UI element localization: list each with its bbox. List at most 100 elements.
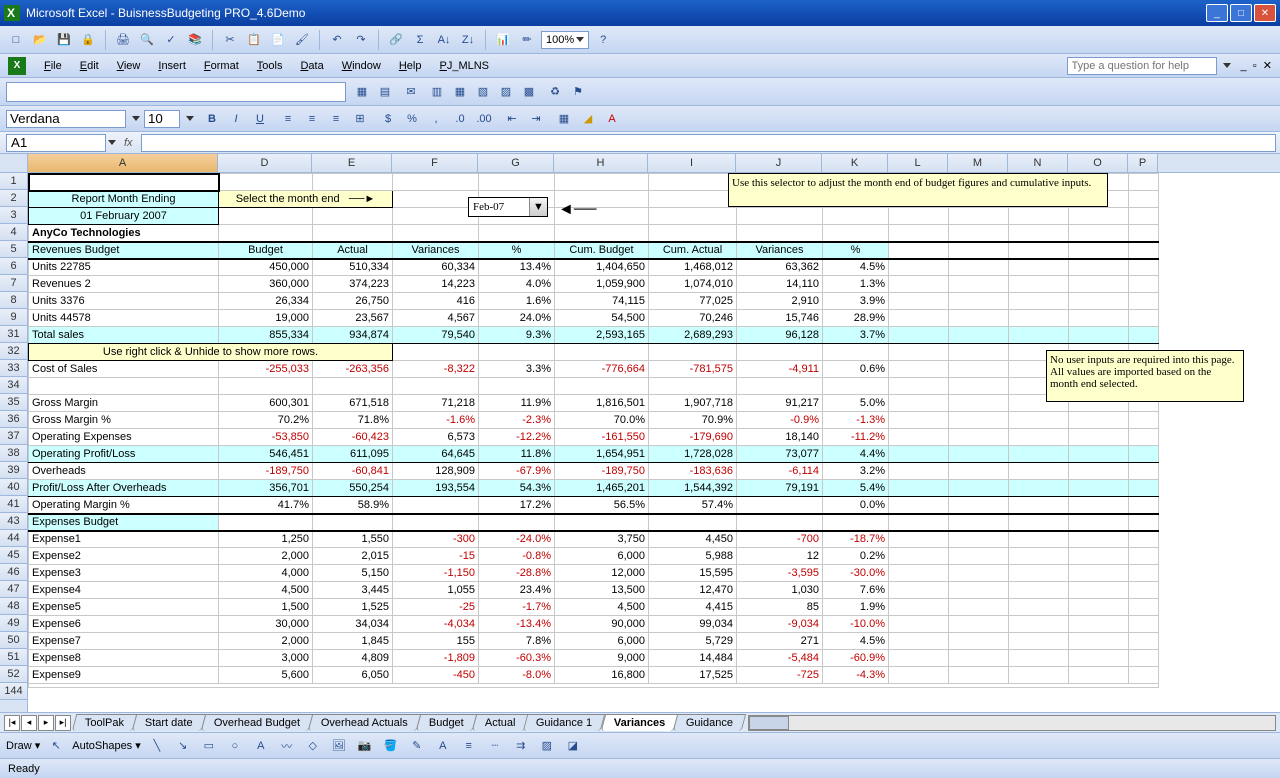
row-header-51[interactable]: 51 (0, 649, 27, 666)
row-header-52[interactable]: 52 (0, 666, 27, 683)
fill-color-icon[interactable]: ◢ (578, 109, 598, 129)
menu-view[interactable]: View (109, 58, 149, 74)
cells-area[interactable]: Report Month EndingSelect the month end … (28, 173, 1159, 688)
merge-icon[interactable]: ⊞ (350, 109, 370, 129)
format-painter-icon[interactable]: 🖌 (292, 30, 312, 50)
open-icon[interactable]: 📂 (30, 30, 50, 50)
formula-input[interactable] (141, 134, 1276, 152)
sheet-tab-overhead-actuals[interactable]: Overhead Actuals (308, 714, 421, 731)
close-button[interactable]: ✕ (1254, 4, 1276, 22)
col-header-E[interactable]: E (312, 154, 392, 172)
minimize-button[interactable]: _ (1206, 4, 1228, 22)
font-color-icon[interactable]: A (602, 109, 622, 129)
cut-icon[interactable]: ✂ (220, 30, 240, 50)
row-header-48[interactable]: 48 (0, 598, 27, 615)
select-all-corner[interactable] (0, 154, 28, 172)
row-header-8[interactable]: 8 (0, 292, 27, 309)
autosum-icon[interactable]: Σ (410, 30, 430, 50)
sheet-tab-overhead-budget[interactable]: Overhead Budget (201, 714, 314, 731)
diagram-icon[interactable]: ◇ (303, 736, 323, 756)
sheet-tab-start-date[interactable]: Start date (132, 714, 206, 731)
row-header-9[interactable]: 9 (0, 309, 27, 326)
mail-icon[interactable]: ✉ (401, 82, 421, 102)
row-header-32[interactable]: 32 (0, 343, 27, 360)
row-header-3[interactable]: 3 (0, 207, 27, 224)
row-header-44[interactable]: 44 (0, 530, 27, 547)
help-search-input[interactable] (1067, 57, 1217, 75)
textbox-icon[interactable]: A (251, 736, 271, 756)
underline-button[interactable]: U (250, 109, 270, 129)
align-center-icon[interactable]: ≡ (302, 109, 322, 129)
row-header-4[interactable]: 4 (0, 224, 27, 241)
undo-icon[interactable]: ↶ (327, 30, 347, 50)
chart-icon[interactable]: 📊 (493, 30, 513, 50)
col-header-D[interactable]: D (218, 154, 312, 172)
sheet-tab-budget[interactable]: Budget (416, 714, 477, 731)
fx-label[interactable]: fx (124, 137, 133, 149)
menu-window[interactable]: Window (334, 58, 389, 74)
menu-edit[interactable]: Edit (72, 58, 107, 74)
menu-format[interactable]: Format (196, 58, 247, 74)
row-header-40[interactable]: 40 (0, 479, 27, 496)
copy-icon[interactable]: 📋 (244, 30, 264, 50)
dec-indent-icon[interactable]: ⇤ (502, 109, 522, 129)
row-header-43[interactable]: 43 (0, 513, 27, 530)
row-header-50[interactable]: 50 (0, 632, 27, 649)
border-icon-1[interactable]: ▥ (427, 82, 447, 102)
preview-icon[interactable]: 🔍 (137, 30, 157, 50)
font-selector[interactable] (6, 110, 126, 128)
draw-menu[interactable]: Draw ▾ (6, 739, 40, 752)
row-header-49[interactable]: 49 (0, 615, 27, 632)
col-header-L[interactable]: L (888, 154, 948, 172)
tab-next-icon[interactable]: ▸ (38, 715, 54, 731)
row-header-5[interactable]: 5 (0, 241, 27, 258)
dropdown-arrow-icon[interactable]: ▼ (529, 198, 547, 216)
3d-icon[interactable]: ◪ (563, 736, 583, 756)
col-header-I[interactable]: I (648, 154, 736, 172)
bold-button[interactable]: B (202, 109, 222, 129)
clipart-icon[interactable]: 🖼 (329, 736, 349, 756)
col-header-O[interactable]: O (1068, 154, 1128, 172)
row-header-41[interactable]: 41 (0, 496, 27, 513)
month-end-dropdown[interactable]: Feb-07 ▼ (468, 197, 548, 217)
shadow-icon[interactable]: ▨ (537, 736, 557, 756)
flag-icon[interactable]: ⚑ (568, 82, 588, 102)
currency-icon[interactable]: $ (378, 109, 398, 129)
row-header-34[interactable]: 34 (0, 377, 27, 394)
col-header-N[interactable]: N (1008, 154, 1068, 172)
rectangle-icon[interactable]: ▭ (199, 736, 219, 756)
percent-icon[interactable]: % (402, 109, 422, 129)
row-header-37[interactable]: 37 (0, 428, 27, 445)
line-icon[interactable]: ╲ (147, 736, 167, 756)
dec-decimal-icon[interactable]: .00 (474, 109, 494, 129)
align-left-icon[interactable]: ≡ (278, 109, 298, 129)
sheet-tab-variances[interactable]: Variances (600, 714, 678, 731)
row-header-33[interactable]: 33 (0, 360, 27, 377)
zoom-selector[interactable]: 100% (541, 31, 589, 49)
sort-desc-icon[interactable]: Z↓ (458, 30, 478, 50)
sheet-tab-guidance[interactable]: Guidance (673, 714, 747, 731)
refresh-icon[interactable]: ♻ (545, 82, 565, 102)
tab-last-icon[interactable]: ▸| (55, 715, 71, 731)
menu-data[interactable]: Data (292, 58, 331, 74)
row-header-45[interactable]: 45 (0, 547, 27, 564)
inc-indent-icon[interactable]: ⇥ (526, 109, 546, 129)
picture-icon[interactable]: 📷 (355, 736, 375, 756)
save-icon[interactable]: 💾 (54, 30, 74, 50)
arrow-style-icon[interactable]: ⇉ (511, 736, 531, 756)
redo-icon[interactable]: ↷ (351, 30, 371, 50)
row-header-38[interactable]: 38 (0, 445, 27, 462)
row-header-6[interactable]: 6 (0, 258, 27, 275)
oval-icon[interactable]: ○ (225, 736, 245, 756)
col-header-P[interactable]: P (1128, 154, 1158, 172)
row-header-39[interactable]: 39 (0, 462, 27, 479)
border-icon-4[interactable]: ▨ (496, 82, 516, 102)
col-header-K[interactable]: K (822, 154, 888, 172)
menu-help[interactable]: Help (391, 58, 430, 74)
drawing-icon[interactable]: ✏ (517, 30, 537, 50)
row-header-46[interactable]: 46 (0, 564, 27, 581)
col-header-G[interactable]: G (478, 154, 554, 172)
row-header-1[interactable]: 1 (0, 173, 27, 190)
dash-style-icon[interactable]: ┈ (485, 736, 505, 756)
sort-asc-icon[interactable]: A↓ (434, 30, 454, 50)
